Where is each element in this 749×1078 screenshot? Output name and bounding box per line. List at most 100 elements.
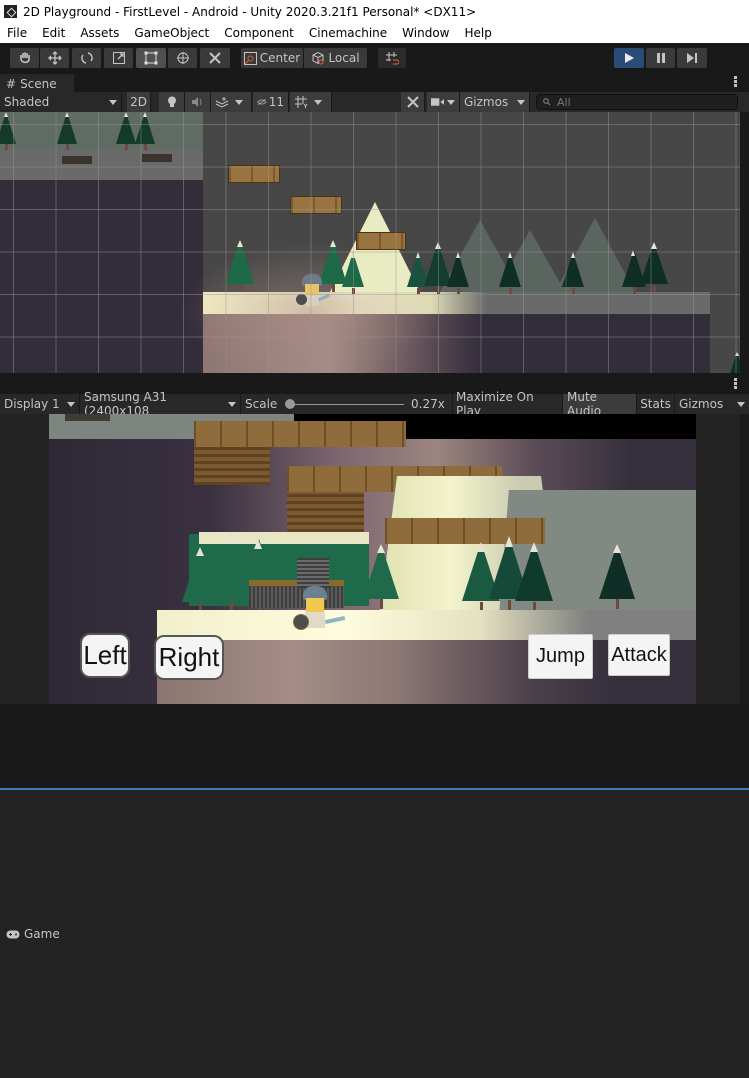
- stats-label: Stats: [640, 397, 671, 411]
- display-value: Display 1: [4, 397, 60, 411]
- audio-toggle[interactable]: [185, 92, 211, 112]
- custom-tool-button[interactable]: [200, 48, 230, 68]
- menu-gameobject[interactable]: GameObject: [127, 26, 217, 40]
- menu-window[interactable]: Window: [395, 26, 457, 40]
- draw-mode-dropdown[interactable]: Shaded: [0, 92, 122, 112]
- jump-button-label: Jump: [536, 645, 585, 667]
- play-icon: [625, 53, 634, 63]
- resolution-dropdown[interactable]: Samsung A31 (2400x108: [80, 390, 241, 418]
- game-canvas[interactable]: Left Right Jump Attack: [49, 414, 696, 704]
- game-gizmos-label: Gizmos: [679, 397, 724, 411]
- chevron-down-icon: [517, 99, 525, 105]
- chevron-down-icon: [737, 401, 745, 407]
- rotate-tool-button[interactable]: [72, 48, 101, 68]
- menu-help[interactable]: Help: [458, 26, 500, 40]
- step-icon: [687, 53, 697, 63]
- scene-viewport[interactable]: [0, 112, 740, 373]
- player-sword: [324, 615, 346, 625]
- hand-tool-button[interactable]: [10, 48, 39, 68]
- transform-tool-button[interactable]: [168, 48, 197, 68]
- left-button-label: Left: [83, 640, 127, 670]
- snap-settings-button[interactable]: [378, 48, 406, 68]
- right-button[interactable]: Right: [154, 635, 224, 680]
- grid-snap-icon: [386, 52, 399, 65]
- menu-assets[interactable]: Assets: [73, 26, 127, 40]
- game-view-toolbar: Display 1 Samsung A31 (2400x108 Scale 0.…: [0, 390, 749, 418]
- move-icon: [47, 51, 62, 65]
- scale-slider-track[interactable]: [292, 404, 404, 405]
- attack-button-label: Attack: [611, 643, 667, 666]
- mute-audio-toggle[interactable]: Mute Audio: [563, 390, 637, 418]
- scale-icon: [112, 52, 125, 64]
- scene-tab-row: # Scene: [0, 72, 749, 92]
- pine-tree: [226, 240, 255, 292]
- pine-tree: [599, 544, 635, 609]
- step-button[interactable]: [677, 48, 707, 68]
- tab-scene[interactable]: # Scene: [0, 74, 74, 92]
- window-title: 2D Playground - FirstLevel - Android - U…: [23, 4, 477, 19]
- lighting-toggle[interactable]: [159, 92, 185, 112]
- pause-icon: [656, 53, 665, 63]
- rect-tool-button[interactable]: [136, 48, 166, 68]
- lightbulb-icon: [167, 96, 176, 107]
- crate-platform: [356, 232, 406, 250]
- toggle-2d-label: 2D: [130, 95, 147, 109]
- player-sword: [317, 293, 331, 302]
- play-button[interactable]: [614, 48, 644, 68]
- pause-button[interactable]: [646, 48, 675, 68]
- attack-button[interactable]: Attack: [608, 634, 670, 676]
- scene-hash-icon: #: [6, 76, 17, 91]
- hidden-eye-icon: [257, 98, 267, 106]
- scene-platform-left-ground: [0, 180, 203, 373]
- player-face: [306, 598, 324, 612]
- player-character[interactable]: [296, 272, 331, 310]
- menu-bar: File Edit Assets GameObject Component Ci…: [0, 23, 749, 43]
- grid-snapping-dropdown[interactable]: [290, 92, 332, 112]
- move-tool-button[interactable]: [40, 48, 69, 68]
- gizmos-dropdown[interactable]: Gizmos: [460, 92, 530, 112]
- game-more-options-icon[interactable]: [734, 378, 737, 390]
- scale-tool-button[interactable]: [104, 48, 133, 68]
- pine-tree: [0, 112, 17, 150]
- main-toolbar: Center Local: [0, 43, 749, 72]
- local-cube-icon: [312, 51, 324, 65]
- hidden-objects-toggle[interactable]: 11: [253, 92, 289, 112]
- tools-overlay-button[interactable]: [401, 92, 425, 112]
- pivot-center-icon: [243, 51, 257, 65]
- pivot-rotation-label: Local: [328, 51, 360, 65]
- tab-game[interactable]: Game: [0, 788, 749, 1078]
- pine-tree: [729, 352, 740, 373]
- game-vertical-scrollbar[interactable]: [740, 414, 749, 704]
- display-dropdown[interactable]: Display 1: [0, 394, 80, 414]
- pine-tree: [499, 252, 522, 294]
- pivot-mode-toggle[interactable]: Center: [241, 48, 303, 68]
- scene-search-input[interactable]: All: [536, 94, 738, 110]
- jump-button[interactable]: Jump: [528, 634, 593, 679]
- scale-slider-handle[interactable]: [285, 399, 295, 409]
- menu-file[interactable]: File: [0, 26, 35, 40]
- chevron-down-icon: [67, 401, 75, 407]
- rotate-icon: [80, 52, 93, 64]
- scene-platform-left-snow: [0, 150, 203, 180]
- gamepad-icon: [6, 930, 20, 938]
- left-button[interactable]: Left: [80, 633, 130, 678]
- spike-trap: [62, 156, 92, 164]
- stats-toggle[interactable]: Stats: [637, 394, 675, 414]
- menu-cinemachine[interactable]: Cinemachine: [302, 26, 395, 40]
- menu-component[interactable]: Component: [217, 26, 302, 40]
- camera-settings-dropdown[interactable]: [427, 92, 460, 112]
- pivot-rotation-toggle[interactable]: Local: [304, 48, 367, 68]
- crate-stack: [194, 421, 406, 447]
- menu-edit[interactable]: Edit: [35, 26, 73, 40]
- scene-more-options-icon[interactable]: [734, 76, 737, 88]
- game-gizmos-dropdown[interactable]: Gizmos: [675, 394, 749, 414]
- spike-trap: [142, 154, 172, 162]
- toggle-2d-button[interactable]: 2D: [127, 92, 151, 112]
- effects-dropdown[interactable]: [211, 92, 252, 112]
- hand-icon: [19, 52, 30, 64]
- unity-logo-icon: [4, 5, 17, 18]
- chevron-down-icon: [109, 99, 117, 105]
- player-character[interactable]: [293, 586, 353, 638]
- maximize-on-play-toggle[interactable]: Maximize On Play: [452, 390, 563, 418]
- scene-vertical-scrollbar[interactable]: [740, 112, 749, 373]
